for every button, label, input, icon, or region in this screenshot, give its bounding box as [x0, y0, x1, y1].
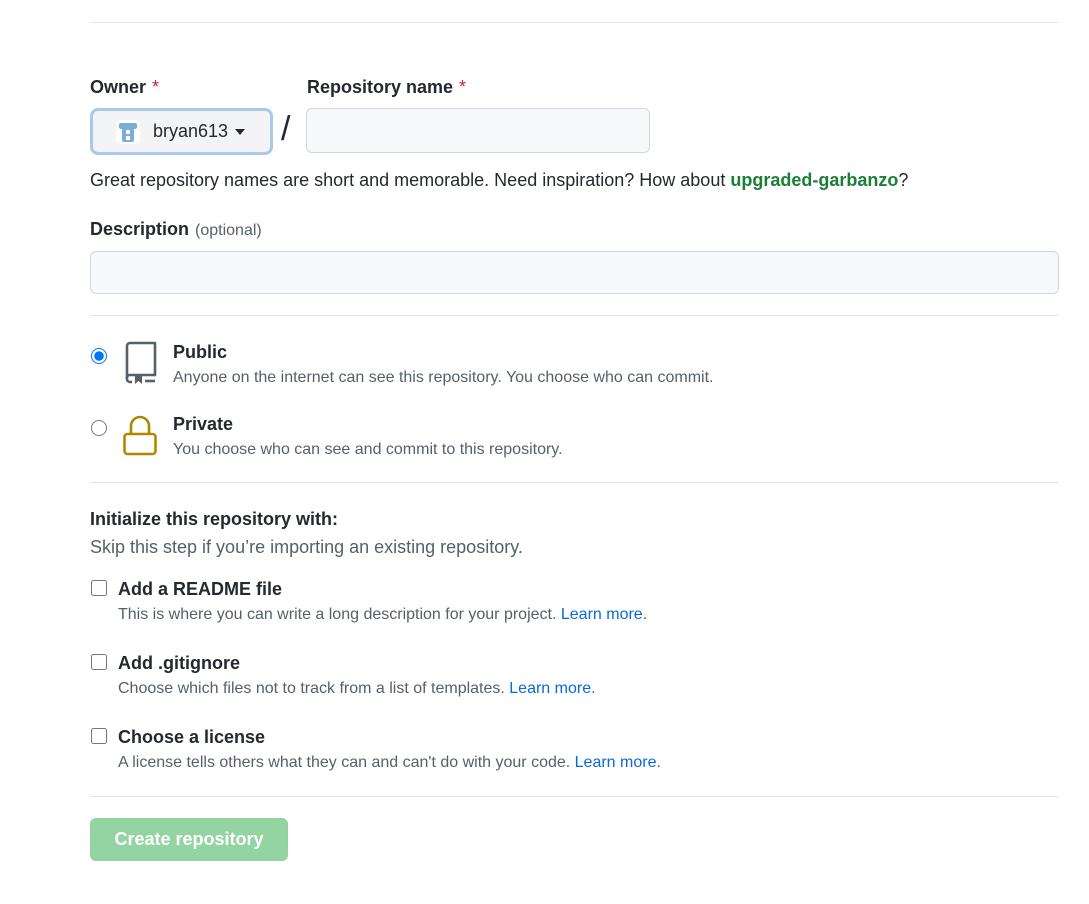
gitignore-checkbox[interactable]	[91, 654, 107, 670]
repo-name-input[interactable]	[306, 108, 650, 153]
chevron-down-icon	[235, 128, 246, 135]
owner-avatar-icon	[116, 119, 140, 144]
gitignore-description-text: Choose which files not to track from a l…	[118, 680, 510, 697]
lock-icon	[123, 415, 157, 456]
repo-icon	[125, 341, 157, 384]
readme-description-end: .	[642, 606, 648, 623]
readme-description: This is where you can write a long descr…	[118, 606, 647, 624]
gitignore-description: Choose which files not to track from a l…	[118, 680, 596, 698]
visibility-public-radio[interactable]	[91, 348, 107, 364]
readme-description-text: This is where you can write a long descr…	[118, 606, 561, 623]
readme-learn-more-link[interactable]: Learn more	[561, 606, 643, 623]
readme-title: Add a README file	[118, 579, 283, 599]
repo-name-label-text: Repository name	[307, 77, 454, 97]
repo-name-required-mark: *	[459, 77, 467, 97]
description-label: Description (optional)	[90, 219, 262, 240]
owner-dropdown[interactable]: bryan613	[90, 108, 273, 155]
init-divider	[90, 482, 1059, 483]
repo-name-label: Repository name *	[307, 77, 466, 98]
name-suggestion-link[interactable]: upgraded-garbanzo	[730, 170, 898, 190]
description-label-text: Description	[90, 219, 190, 239]
hint-text: Great repository names are short and mem…	[90, 170, 731, 190]
license-description: A license tells others what they can and…	[118, 754, 661, 772]
init-subtitle: Skip this step if you’re importing an ex…	[90, 537, 523, 557]
visibility-private-description: You choose who can see and commit to thi…	[173, 441, 563, 458]
submit-divider	[90, 796, 1059, 797]
repo-name-hint: Great repository names are short and mem…	[90, 170, 908, 191]
visibility-divider	[90, 315, 1059, 316]
gitignore-title: Add .gitignore	[118, 653, 240, 673]
gitignore-description-end: .	[591, 680, 596, 697]
readme-checkbox[interactable]	[91, 580, 107, 596]
visibility-private-radio[interactable]	[91, 420, 107, 436]
hint-suffix: ?	[898, 170, 909, 190]
license-title: Choose a license	[118, 727, 266, 747]
init-title: Initialize this repository with:	[90, 509, 339, 529]
new-repository-form: Owner * bryan613 / Repository name * Great…	[0, 0, 1089, 904]
create-repository-button[interactable]: Create repository	[90, 818, 288, 861]
license-learn-more-link[interactable]: Learn more	[575, 754, 657, 771]
visibility-private-title: Private	[173, 414, 234, 434]
license-checkbox[interactable]	[91, 728, 107, 744]
owner-required-mark: *	[152, 77, 160, 97]
owner-selected-value: bryan613	[153, 121, 229, 141]
visibility-public-title: Public	[173, 342, 228, 362]
owner-label-text: Owner	[90, 77, 147, 97]
description-optional-tag: (optional)	[195, 222, 262, 239]
license-description-text: A license tells others what they can and…	[118, 754, 575, 771]
license-description-end: .	[656, 754, 661, 771]
owner-repo-separator: /	[281, 110, 291, 148]
top-divider	[90, 22, 1059, 23]
description-input[interactable]	[90, 251, 1059, 294]
visibility-public-description: Anyone on the internet can see this repo…	[173, 369, 714, 386]
gitignore-learn-more-link[interactable]: Learn more	[509, 680, 591, 697]
owner-label: Owner *	[90, 77, 159, 98]
